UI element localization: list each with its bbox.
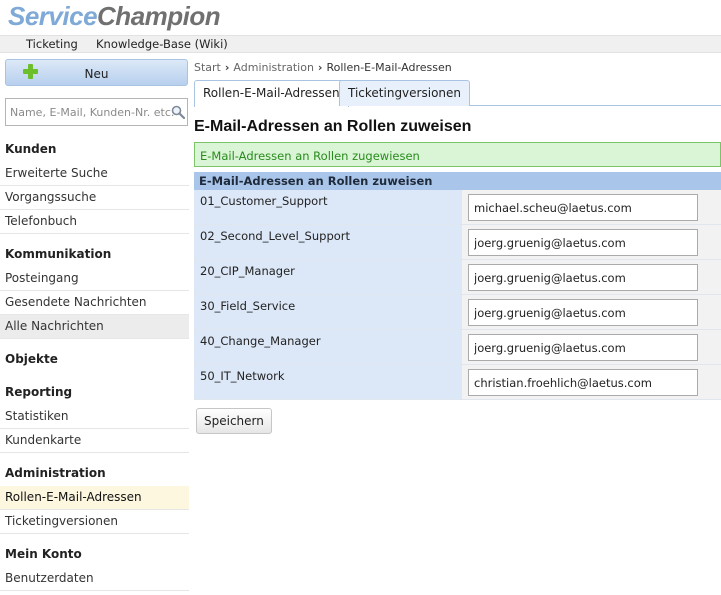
role-label: 40_Change_Manager <box>194 330 462 364</box>
sidebar-item-ticketingversionen[interactable]: Ticketingversionen <box>0 510 189 534</box>
role-row: 40_Change_Manager <box>194 330 721 365</box>
role-label: 30_Field_Service <box>194 295 462 329</box>
menu-knowledge-base[interactable]: Knowledge-Base (Wiki) <box>96 37 228 51</box>
sidebar-item-benutzerdaten[interactable]: Benutzerdaten <box>0 567 189 591</box>
sidebar-heading-kunden: Kunden <box>5 142 57 156</box>
search-icon[interactable] <box>171 105 185 119</box>
sidebar-item-alle-nachrichten[interactable]: Alle Nachrichten <box>0 315 189 339</box>
role-row: 02_Second_Level_Support <box>194 225 721 260</box>
role-row: 50_IT_Network <box>194 365 721 400</box>
role-email-input[interactable] <box>468 299 698 326</box>
role-email-input[interactable] <box>468 229 698 256</box>
sidebar-item-vorgangssuche[interactable]: Vorgangssuche <box>0 186 189 210</box>
menu-ticketing[interactable]: Ticketing <box>26 37 78 51</box>
sidebar-item-statistiken[interactable]: Statistiken <box>0 405 189 429</box>
role-label: 02_Second_Level_Support <box>194 225 462 259</box>
app-logo: ServiceChampion <box>8 1 221 33</box>
sidebar-item-telefonbuch[interactable]: Telefonbuch <box>0 210 189 234</box>
top-menubar: Ticketing Knowledge-Base (Wiki) <box>0 35 721 53</box>
sidebar-heading-objekte[interactable]: Objekte <box>0 348 189 372</box>
chevron-right-icon: › <box>317 61 323 74</box>
save-button[interactable]: Speichern <box>196 408 272 434</box>
chevron-right-icon: › <box>224 61 230 74</box>
panel-heading: E-Mail-Adressen an Rollen zuweisen <box>194 172 721 190</box>
search-box <box>5 98 188 126</box>
sidebar-heading-kommunikation: Kommunikation <box>5 247 112 261</box>
role-row: 30_Field_Service <box>194 295 721 330</box>
breadcrumb-current: Rollen-E-Mail-Adressen <box>326 61 452 74</box>
role-email-panel: E-Mail-Adressen an Rollen zuweisen 01_Cu… <box>194 172 721 400</box>
role-row: 20_CIP_Manager <box>194 260 721 295</box>
role-email-input[interactable] <box>468 369 698 396</box>
success-message: E-Mail-Adressen an Rollen zugewiesen <box>194 142 721 167</box>
role-email-input[interactable] <box>468 264 698 291</box>
role-email-input[interactable] <box>468 334 698 361</box>
sidebar-item-gesendete-nachrichten[interactable]: Gesendete Nachrichten <box>0 291 189 315</box>
tab-rollen-email-adressen[interactable]: Rollen-E-Mail-Adressen <box>194 80 349 107</box>
page-title: E-Mail-Adressen an Rollen zuweisen <box>194 118 472 135</box>
role-label: 50_IT_Network <box>194 365 462 399</box>
sidebar-item-kundenkarte[interactable]: Kundenkarte <box>0 429 189 453</box>
role-row: 01_Customer_Support <box>194 190 721 225</box>
role-email-input[interactable] <box>468 194 698 221</box>
new-button-label: Neu <box>84 67 109 81</box>
logo-text-service: Service <box>8 1 98 31</box>
breadcrumb-administration[interactable]: Administration <box>233 61 314 74</box>
search-input[interactable] <box>6 99 174 125</box>
sidebar-heading-administration: Administration <box>5 466 106 480</box>
role-label: 01_Customer_Support <box>194 190 462 224</box>
sidebar-item-posteingang[interactable]: Posteingang <box>0 267 189 291</box>
logo-text-champion: Champion <box>97 1 221 31</box>
sidebar-item-erweiterte-suche[interactable]: Erweiterte Suche <box>0 162 189 186</box>
role-label: 20_CIP_Manager <box>194 260 462 294</box>
sidebar-heading-mein-konto: Mein Konto <box>5 547 82 561</box>
new-button[interactable]: Neu <box>5 59 188 86</box>
breadcrumb-start[interactable]: Start <box>194 61 221 74</box>
sidebar-item-rollen-email-adressen[interactable]: Rollen-E-Mail-Adressen <box>0 486 189 510</box>
tab-ticketingversionen[interactable]: Ticketingversionen <box>339 80 470 106</box>
breadcrumb: Start › Administration › Rollen-E-Mail-Adres… <box>194 61 452 74</box>
sidebar-heading-reporting: Reporting <box>5 385 73 399</box>
sidebar-nav: Kunden Erweiterte Suche Vorgangssuche Te… <box>0 138 189 591</box>
